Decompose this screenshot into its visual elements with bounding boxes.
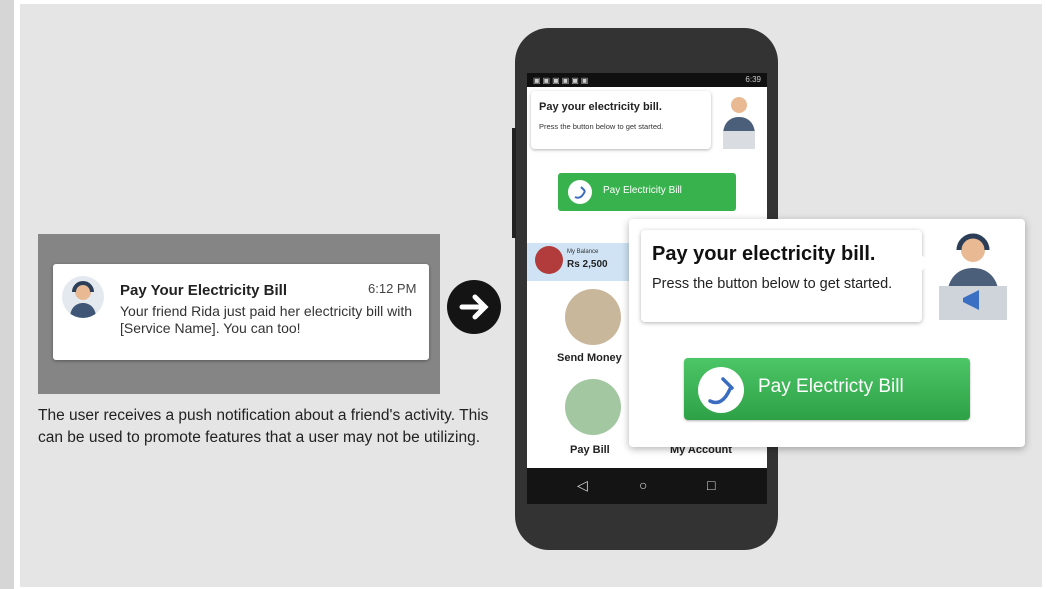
plug-icon bbox=[698, 367, 744, 413]
left-strip bbox=[0, 0, 14, 589]
zoom-bubble-subtitle: Press the button below to get started. bbox=[652, 276, 893, 292]
balance-label: My Balance bbox=[567, 249, 599, 255]
notification-time: 6:12 PM bbox=[368, 281, 417, 296]
android-nav-bar: ◁ ○ □ bbox=[527, 468, 767, 504]
notification-title: Pay Your Electricity Bill bbox=[120, 282, 288, 299]
caption-text: The user receives a push notification ab… bbox=[38, 407, 489, 446]
balance-value: Rs 2,500 bbox=[567, 259, 608, 270]
page: Pay Your Electricity Bill 6:12 PM Your f… bbox=[0, 0, 1046, 589]
back-icon[interactable]: ◁ bbox=[577, 477, 588, 494]
home-icon[interactable]: ○ bbox=[639, 477, 647, 493]
phone-bubble-title: Pay your electricity bill. bbox=[539, 101, 662, 113]
status-bar: ▣▣▣▣▣▣ 6:39 bbox=[527, 73, 767, 87]
agent-megaphone-icon bbox=[937, 228, 1009, 322]
user-avatar bbox=[535, 246, 563, 274]
zoom-pay-electricity-label: Pay Electricty Bill bbox=[758, 376, 904, 397]
speech-tail bbox=[919, 253, 931, 273]
plug-icon bbox=[568, 180, 592, 204]
agent-avatar-icon bbox=[62, 276, 104, 318]
agent-icon bbox=[717, 91, 761, 151]
pay-bill-icon[interactable] bbox=[565, 379, 621, 435]
phone-bubble-subtitle: Press the button below to get started. bbox=[539, 122, 664, 131]
phone-speech-bubble bbox=[531, 91, 711, 149]
arrow-right-icon bbox=[447, 280, 501, 334]
recents-icon[interactable]: □ bbox=[707, 477, 715, 493]
send-money-icon[interactable] bbox=[565, 289, 621, 345]
zoom-bubble-title: Pay your electricity bill. bbox=[652, 243, 876, 265]
pay-electricity-label: Pay Electricity Bill bbox=[603, 185, 682, 196]
tile-send-money[interactable]: Send Money bbox=[557, 352, 622, 364]
notification-body: Your friend Rida just paid her electrici… bbox=[120, 303, 413, 336]
tile-pay-bill[interactable]: Pay Bill bbox=[570, 444, 610, 456]
